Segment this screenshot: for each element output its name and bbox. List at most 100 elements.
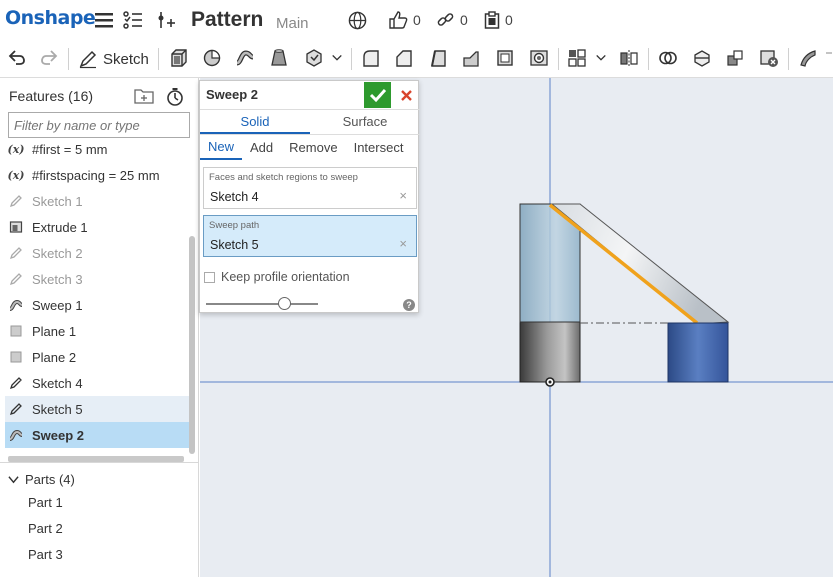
feature-item-variable-first[interactable]: (x) #first = 5 mm [5,136,189,162]
link-icon [437,13,454,26]
operation-remove[interactable]: Remove [281,137,345,159]
plane-icon [8,349,24,365]
feature-list-scrollbar[interactable] [189,236,195,454]
split-tool-icon[interactable] [691,47,713,69]
chevron-down-icon [8,476,19,484]
accept-button[interactable] [364,82,391,108]
keep-profile-orientation-checkbox[interactable] [204,271,215,283]
globe-icon[interactable] [347,10,367,30]
feature-item-sketch-1[interactable]: Sketch 1 [5,188,189,214]
sketch-icon [8,401,24,417]
feature-item-sweep-1[interactable]: Sweep 1 [5,292,189,318]
clear-selection-icon[interactable]: × [399,188,407,203]
thumbs-up-icon [389,11,408,29]
sweep-tool-icon[interactable] [234,47,256,69]
onshape-logo[interactable]: Onshape [5,7,96,29]
undo-icon[interactable] [6,47,28,69]
operation-add[interactable]: Add [242,137,281,159]
pattern-tool-icon[interactable] [566,47,588,69]
keep-profile-orientation-option[interactable]: Keep profile orientation [204,270,350,284]
feature-item-sweep-2[interactable]: Sweep 2 [5,422,189,448]
cancel-button[interactable] [393,82,419,108]
delete-part-tool-icon[interactable] [758,47,780,69]
variable-icon: (x) [7,168,25,182]
thicken-tool-icon[interactable] [303,47,325,69]
checkmark-icon [369,88,386,103]
revolve-tool-icon[interactable] [201,47,223,69]
feature-item-label: Sketch 2 [32,245,83,261]
links-stat[interactable]: 0 [437,11,468,29]
hole-tool-icon[interactable] [528,47,550,69]
part-item[interactable]: Part 1 [28,495,63,510]
redo-icon[interactable] [38,47,60,69]
more-tools-icon[interactable] [825,47,833,69]
feature-item-label: Sketch 1 [32,193,83,209]
chevron-down-icon[interactable] [594,47,608,69]
feature-item-label: Sweep 2 [32,427,85,443]
part-item[interactable]: Part 2 [28,521,63,536]
clipboard-icon [484,11,500,29]
feature-item-sketch-2[interactable]: Sketch 2 [5,240,189,266]
feature-item-extrude-1[interactable]: Extrude 1 [5,214,189,240]
sweep-dialog: Sweep 2 Solid Surface New Add Remove Int… [199,80,420,313]
origin-point[interactable] [545,377,555,387]
sketch-icon [8,375,24,391]
part-vertical-cylinder[interactable] [519,203,581,383]
fillet-tool-icon[interactable] [360,47,382,69]
sketch-icon [8,245,24,261]
mirror-tool-icon[interactable] [618,47,640,69]
feature-item-variable-firstspacing[interactable]: (x) #firstspacing = 25 mm [5,162,189,188]
branch-name[interactable]: Main [276,15,309,32]
feature-item-sketch-4[interactable]: Sketch 4 [5,370,189,396]
loft-tool-icon[interactable] [268,47,290,69]
feature-filter-input[interactable] [8,112,190,138]
likes-stat[interactable]: 0 [388,11,421,29]
part-item[interactable]: Part 3 [28,547,63,562]
preview-slider-handle[interactable] [277,297,291,310]
add-folder-icon[interactable] [134,87,154,107]
chamfer-tool-icon[interactable] [393,47,415,69]
sweep-path-selection-field[interactable]: Sweep path Sketch 5 × [203,215,417,257]
profiles-selection-field[interactable]: Faces and sketch regions to sweep Sketch… [203,167,417,209]
feature-item-plane-2[interactable]: Plane 2 [5,344,189,370]
tab-surface[interactable]: Surface [310,110,420,134]
feature-item-label: Extrude 1 [32,219,88,235]
parts-header[interactable]: Parts (4) [8,472,75,487]
copies-stat[interactable]: 0 [484,11,513,29]
sketch-button[interactable]: Sketch [78,48,149,70]
sketch-label: Sketch [103,50,149,68]
chevron-down-icon[interactable] [330,47,344,69]
tab-solid[interactable]: Solid [200,110,310,134]
preview-slider-track[interactable] [206,303,318,305]
features-title: Features (16) [9,88,94,104]
menu-icon[interactable] [94,10,114,30]
add-variable-icon[interactable] [156,10,176,30]
feature-list-icon[interactable] [123,10,143,30]
shell-tool-icon[interactable] [494,47,516,69]
part-blue-cylinder[interactable] [580,322,729,383]
toolbar-separator [788,48,789,70]
draft-tool-icon[interactable] [427,47,449,69]
variable-icon: (x) [7,142,25,156]
feature-item-sketch-5[interactable]: Sketch 5 [5,396,189,422]
rollback-timer-icon[interactable] [165,87,185,107]
rib-tool-icon[interactable] [460,47,482,69]
operation-intersect[interactable]: Intersect [346,137,412,159]
keep-profile-orientation-label: Keep profile orientation [221,270,350,284]
feature-item-plane-1[interactable]: Plane 1 [5,318,189,344]
document-title[interactable]: Pattern [191,8,263,32]
extrude-tool-icon[interactable] [168,47,190,69]
operation-new[interactable]: New [200,136,243,160]
sketch-icon [8,193,24,209]
boolean-tool-icon[interactable] [657,47,679,69]
transform-tool-icon[interactable] [724,47,746,69]
feature-item-sketch-3[interactable]: Sketch 3 [5,266,189,292]
toolbar-separator [648,48,649,70]
toolbar-separator [158,48,159,70]
surface-tool-icon[interactable] [797,47,819,69]
help-icon[interactable]: ? [403,299,415,311]
extrude-icon [8,219,24,235]
sketch-icon [8,271,24,287]
feature-item-label: Plane 1 [32,323,77,339]
clear-selection-icon[interactable]: × [399,236,407,251]
